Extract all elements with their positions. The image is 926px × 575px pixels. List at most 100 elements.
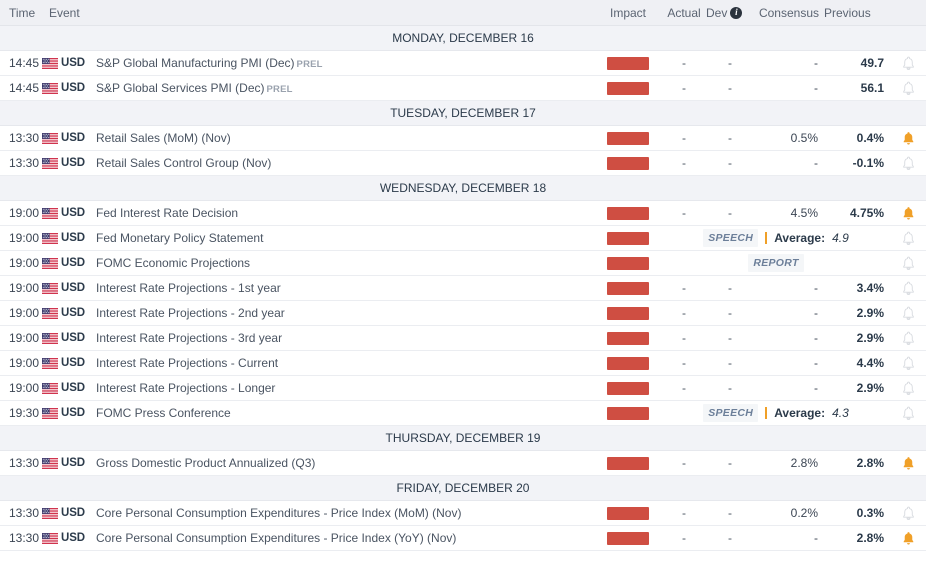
event-type-badge: SPEECH: [703, 404, 758, 422]
us-flag-icon: [42, 308, 58, 319]
table-row[interactable]: 13:30 USD: [0, 451, 926, 476]
table-row[interactable]: 19:00 USD: [0, 326, 926, 351]
cell-impact: [594, 507, 662, 520]
alert-bell-active-icon[interactable]: [902, 531, 915, 546]
alert-bell-inactive-icon[interactable]: [902, 506, 915, 521]
cell-currency: USD: [40, 382, 90, 394]
event-name: S&P Global Services PMI (Dec): [96, 81, 265, 95]
alert-bell-inactive-icon[interactable]: [902, 406, 915, 421]
alert-bell-inactive-icon[interactable]: [902, 231, 915, 246]
cell-event[interactable]: Fed Monetary Policy Statement: [90, 231, 594, 245]
column-header-dev[interactable]: Dev i: [706, 6, 754, 20]
cell-currency: USD: [40, 132, 90, 144]
cell-event[interactable]: Interest Rate Projections - 2nd year: [90, 306, 594, 320]
cell-event[interactable]: Core Personal Consumption Expenditures -…: [90, 506, 594, 520]
day-separator-row: THURSDAY, DECEMBER 19: [0, 426, 926, 451]
cell-previous: 0.4%: [824, 131, 890, 145]
event-name: Interest Rate Projections - Longer: [96, 381, 275, 395]
alert-bell-inactive-icon[interactable]: [902, 256, 915, 271]
cell-alert[interactable]: [890, 531, 926, 546]
column-header-event[interactable]: Event: [40, 6, 594, 20]
event-name: Fed Interest Rate Decision: [96, 206, 238, 220]
alert-bell-inactive-icon[interactable]: [902, 56, 915, 71]
us-flag-icon: [42, 233, 58, 244]
us-flag-icon: [42, 458, 58, 469]
cell-impact: [594, 532, 662, 545]
cell-currency: USD: [40, 507, 90, 519]
cell-event[interactable]: S&P Global Services PMI (Dec)PREL: [90, 81, 594, 95]
alert-bell-active-icon[interactable]: [902, 131, 915, 146]
cell-previous: 2.9%: [824, 331, 890, 345]
cell-alert[interactable]: [890, 81, 926, 96]
table-row[interactable]: 14:45 USD: [0, 76, 926, 101]
table-row[interactable]: 19:00 USD: [0, 376, 926, 401]
cell-alert[interactable]: [890, 356, 926, 371]
alert-bell-inactive-icon[interactable]: [902, 281, 915, 296]
alert-bell-inactive-icon[interactable]: [902, 81, 915, 96]
table-row[interactable]: 19:00 USD: [0, 251, 926, 276]
cell-event[interactable]: FOMC Press Conference: [90, 406, 594, 420]
cell-event[interactable]: Interest Rate Projections - 1st year: [90, 281, 594, 295]
cell-alert[interactable]: [890, 306, 926, 321]
table-row[interactable]: 14:45 USD: [0, 51, 926, 76]
table-row[interactable]: 13:30 USD: [0, 126, 926, 151]
column-header-impact[interactable]: Impact: [594, 6, 662, 20]
cell-alert[interactable]: [890, 281, 926, 296]
impact-bar: [607, 82, 649, 95]
cell-event[interactable]: Interest Rate Projections - Longer: [90, 381, 594, 395]
cell-currency: USD: [40, 407, 90, 419]
table-row[interactable]: 19:00 USD: [0, 201, 926, 226]
alert-bell-inactive-icon[interactable]: [902, 156, 915, 171]
table-row[interactable]: 19:30 USD: [0, 401, 926, 426]
cell-event[interactable]: Core Personal Consumption Expenditures -…: [90, 531, 594, 545]
cell-event[interactable]: Interest Rate Projections - Current: [90, 356, 594, 370]
cell-deviation: -: [706, 306, 754, 320]
cell-event[interactable]: S&P Global Manufacturing PMI (Dec)PREL: [90, 56, 594, 70]
table-row[interactable]: 19:00 USD: [0, 226, 926, 251]
cell-deviation: -: [706, 456, 754, 470]
cell-alert[interactable]: [890, 256, 926, 271]
cell-alert[interactable]: [890, 156, 926, 171]
column-header-actual[interactable]: Actual: [662, 6, 706, 20]
cell-event[interactable]: FOMC Economic Projections: [90, 256, 594, 270]
alert-bell-active-icon[interactable]: [902, 456, 915, 471]
cell-time: 19:30: [0, 406, 40, 420]
table-row[interactable]: 19:00 USD: [0, 276, 926, 301]
table-row[interactable]: 19:00 USD: [0, 301, 926, 326]
impact-bar: [607, 232, 649, 245]
alert-bell-inactive-icon[interactable]: [902, 331, 915, 346]
table-row[interactable]: 13:30 USD: [0, 526, 926, 551]
cell-alert[interactable]: [890, 381, 926, 396]
info-icon[interactable]: i: [730, 7, 742, 19]
cell-consensus: -: [754, 356, 824, 370]
day-separator-row: MONDAY, DECEMBER 16: [0, 26, 926, 51]
cell-actual: -: [662, 381, 706, 395]
table-row[interactable]: 13:30 USD: [0, 151, 926, 176]
currency-code: USD: [61, 382, 85, 394]
cell-alert[interactable]: [890, 231, 926, 246]
table-row[interactable]: 13:30 USD: [0, 501, 926, 526]
cell-event[interactable]: Retail Sales (MoM) (Nov): [90, 131, 594, 145]
alert-bell-active-icon[interactable]: [902, 206, 915, 221]
cell-event[interactable]: Retail Sales Control Group (Nov): [90, 156, 594, 170]
cell-alert[interactable]: [890, 331, 926, 346]
cell-previous: 2.9%: [824, 381, 890, 395]
cell-alert[interactable]: [890, 56, 926, 71]
table-row[interactable]: 19:00 USD: [0, 351, 926, 376]
cell-alert[interactable]: [890, 206, 926, 221]
column-header-consensus[interactable]: Consensus: [754, 6, 824, 20]
alert-bell-inactive-icon[interactable]: [902, 356, 915, 371]
alert-bell-inactive-icon[interactable]: [902, 381, 915, 396]
cell-alert[interactable]: [890, 131, 926, 146]
column-header-time[interactable]: Time: [0, 6, 40, 20]
cell-alert[interactable]: [890, 456, 926, 471]
cell-deviation: -: [706, 206, 754, 220]
cell-event[interactable]: Interest Rate Projections - 3rd year: [90, 331, 594, 345]
cell-alert[interactable]: [890, 506, 926, 521]
cell-event[interactable]: Fed Interest Rate Decision: [90, 206, 594, 220]
alert-bell-inactive-icon[interactable]: [902, 306, 915, 321]
cell-actual: -: [662, 56, 706, 70]
cell-event[interactable]: Gross Domestic Product Annualized (Q3): [90, 456, 594, 470]
cell-alert[interactable]: [890, 406, 926, 421]
column-header-previous[interactable]: Previous: [824, 6, 890, 20]
